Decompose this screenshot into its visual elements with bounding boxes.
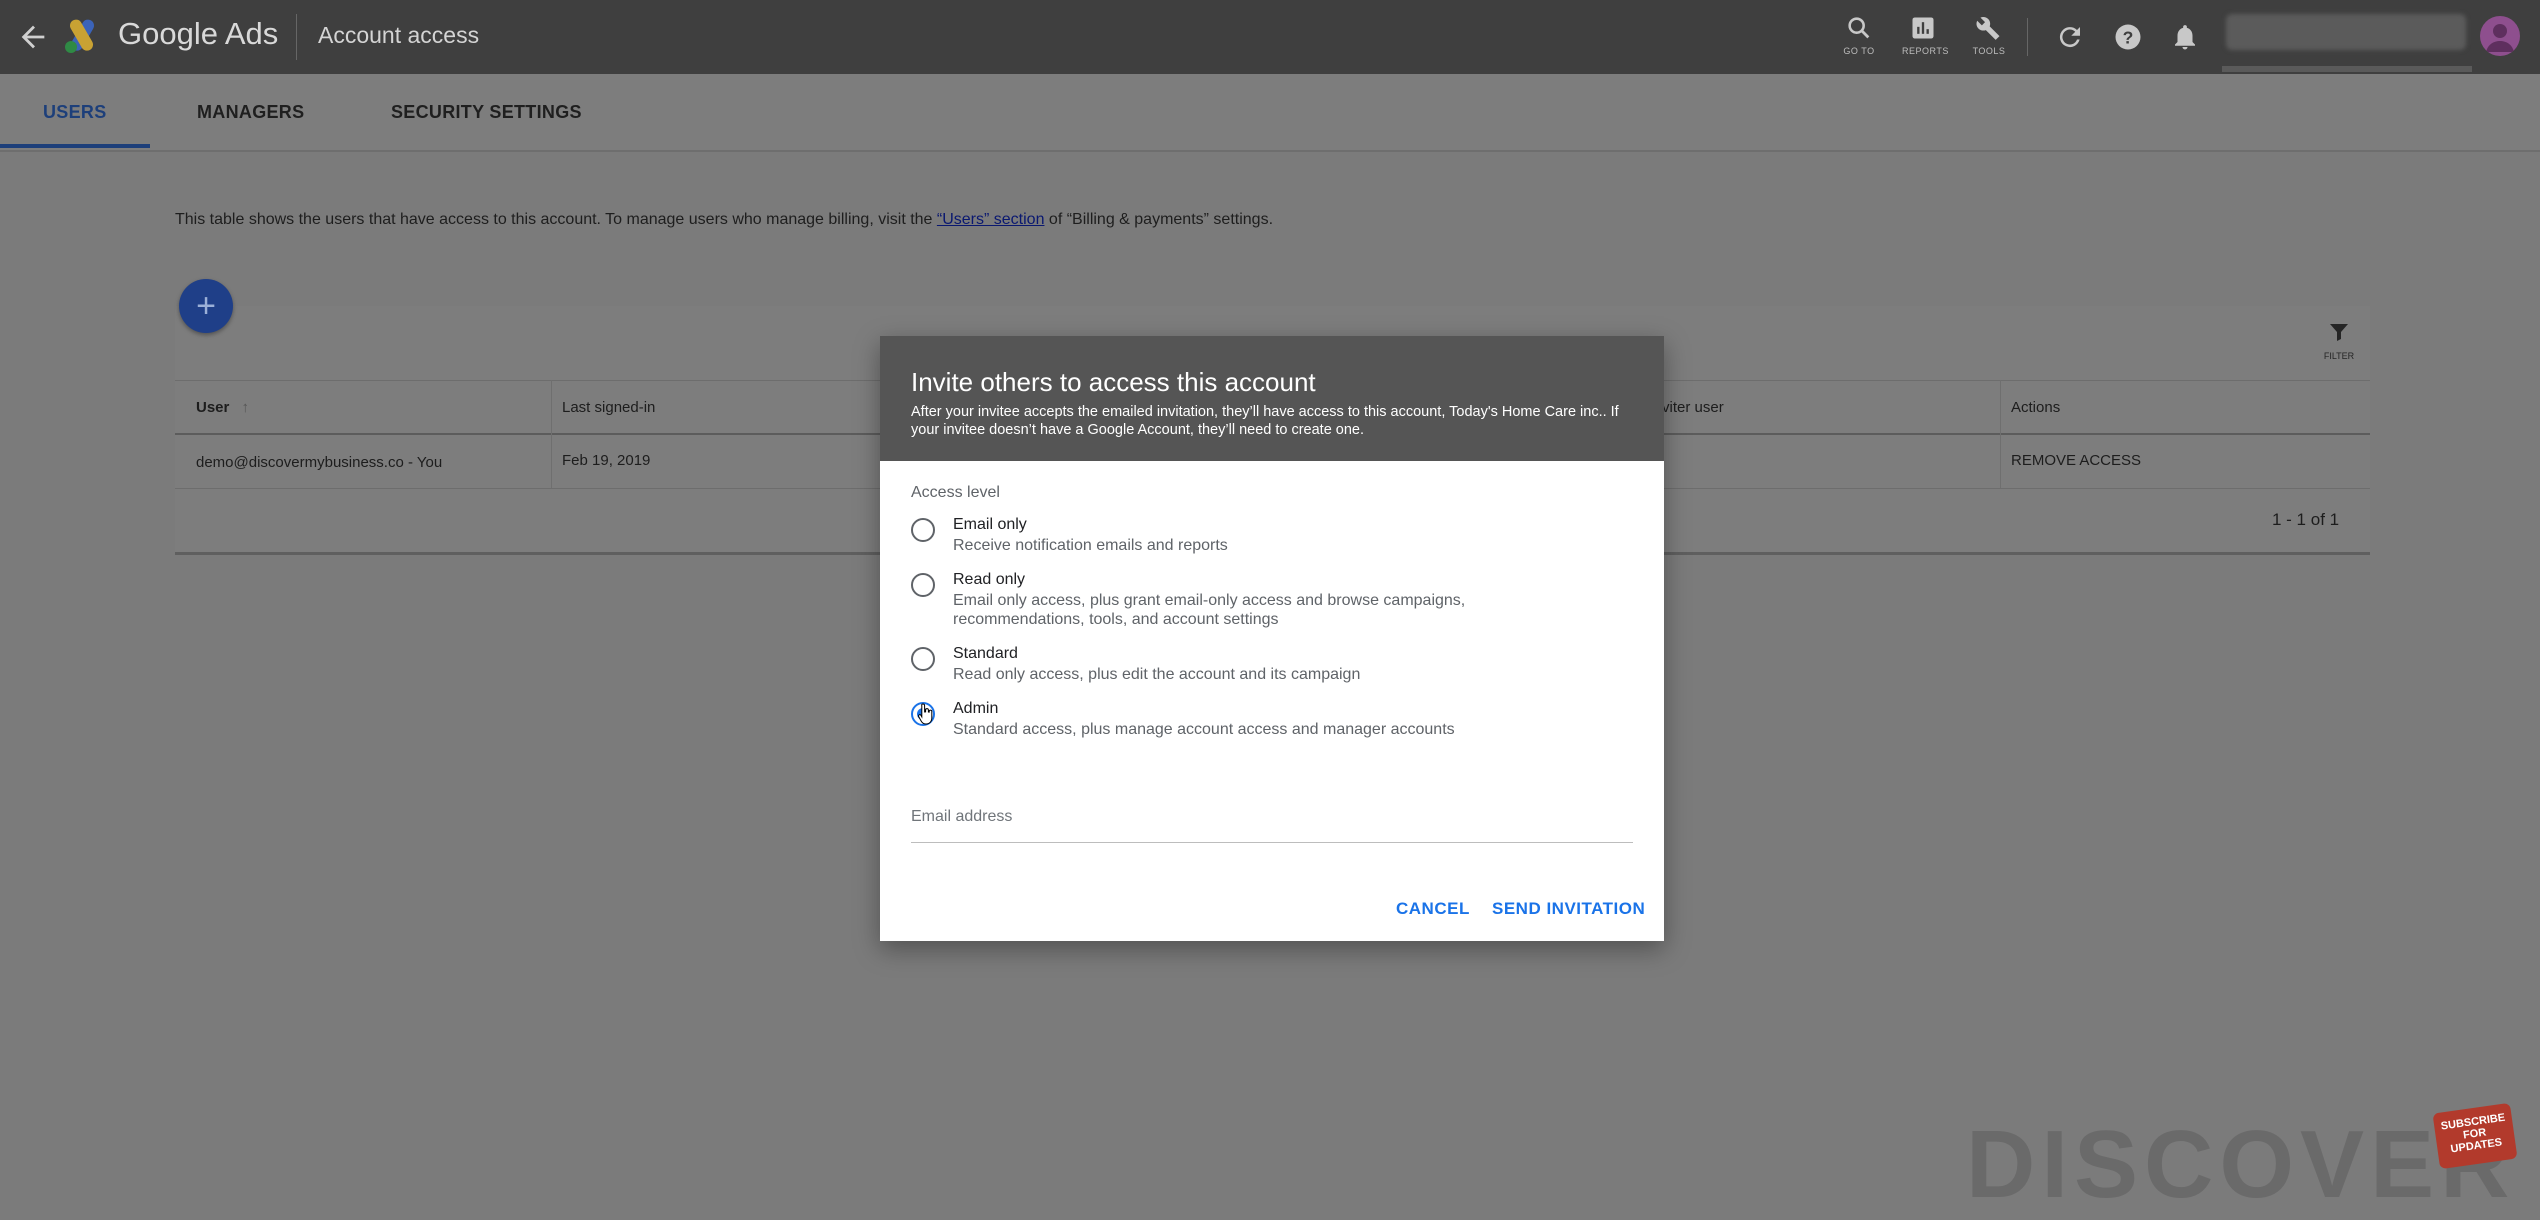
send-invitation-button[interactable]: SEND INVITATION <box>1492 899 1645 919</box>
reports-label: REPORTS <box>1902 46 1949 56</box>
header-divider-2 <box>2027 18 2028 56</box>
column-header-inviter[interactable]: viter user <box>1662 399 1724 416</box>
pagination-text: 1 - 1 of 1 <box>2272 510 2340 529</box>
filter-icon <box>2330 324 2348 341</box>
option-title: Admin <box>953 700 999 717</box>
access-level-label: Access level <box>911 484 1000 501</box>
subscribe-badge[interactable]: SUBSCRIBE FOR UPDATES <box>2432 1102 2518 1170</box>
option-title: Standard <box>953 645 1018 662</box>
notifications-bell-icon[interactable] <box>2170 22 2200 52</box>
column-header-actions: Actions <box>2011 399 2061 416</box>
tools-label: TOOLS <box>1972 46 2006 56</box>
read-only-radio[interactable] <box>911 573 935 597</box>
tab-security-settings[interactable]: SECURITY SETTINGS <box>391 102 582 123</box>
remove-access-button[interactable]: REMOVE ACCESS <box>2011 452 2141 469</box>
add-user-button[interactable]: + <box>179 279 233 333</box>
watermark-logo: DISCOVER <box>1966 1111 2516 1218</box>
account-underline <box>2222 66 2472 72</box>
refresh-icon[interactable] <box>2055 22 2085 52</box>
dialog-header: Invite others to access this account Aft… <box>880 336 1664 461</box>
invite-dialog: Invite others to access this account Aft… <box>880 336 1664 941</box>
filter-label: FILTER <box>2323 351 2355 361</box>
hand-cursor-icon <box>918 703 934 725</box>
page-title: Account access <box>318 22 480 48</box>
row-user-email: demo@discovermybusiness.co - You <box>196 454 443 471</box>
svg-text:?: ? <box>2123 27 2134 47</box>
filter-button[interactable]: FILTER <box>2322 320 2356 361</box>
reports-icon <box>1912 17 1934 39</box>
option-description: Email only access, plus grant email-only… <box>953 592 1466 628</box>
info-suffix: of “Billing & payments” settings. <box>1044 211 1274 228</box>
dialog-title: Invite others to access this account <box>911 367 1316 397</box>
tools-button[interactable]: TOOLS <box>1968 14 2010 56</box>
users-section-link[interactable]: “Users” section <box>937 211 1045 228</box>
active-tab-indicator <box>0 144 150 148</box>
option-description: Standard access, plus manage account acc… <box>953 721 1455 738</box>
option-title: Email only <box>953 516 1027 533</box>
account-switcher-blurred[interactable] <box>2226 14 2466 50</box>
tools-icon <box>1976 16 2000 40</box>
search-icon <box>1848 17 1870 39</box>
tab-users[interactable]: USERS <box>43 102 107 123</box>
sort-arrow-up-icon: ↑ <box>241 399 250 416</box>
go-to-button[interactable]: GO TO <box>1838 14 1880 56</box>
column-header-last-signed-in[interactable]: Last signed-in <box>562 399 655 416</box>
standard-radio[interactable] <box>911 647 935 671</box>
help-icon[interactable]: ? <box>2113 22 2143 52</box>
tab-managers[interactable]: MANAGERS <box>197 102 304 123</box>
back-arrow-icon[interactable] <box>16 20 50 54</box>
top-app-bar: Google Ads Account access GO TO REPORTS … <box>0 0 2540 74</box>
go-to-label: GO TO <box>1843 46 1875 56</box>
email-only-radio[interactable] <box>911 518 935 542</box>
reports-button[interactable]: REPORTS <box>1902 14 1949 56</box>
column-header-user[interactable]: User ↑ <box>196 399 249 416</box>
option-title: Read only <box>953 571 1026 588</box>
info-text: This table shows the users that have acc… <box>175 211 1273 229</box>
option-description: Receive notification emails and reports <box>953 537 1228 554</box>
cancel-button[interactable]: CANCEL <box>1396 899 1470 919</box>
brand-name: Google Ads <box>118 16 279 51</box>
email-field[interactable] <box>911 808 1633 826</box>
row-last-signed-in: Feb 19, 2019 <box>562 452 651 469</box>
dialog-subtitle: After your invitee accepts the emailed i… <box>911 404 1619 438</box>
info-prefix: This table shows the users that have acc… <box>175 211 937 228</box>
option-description: Read only access, plus edit the account … <box>953 666 1361 683</box>
tab-bar: USERS MANAGERS SECURITY SETTINGS <box>0 74 2540 152</box>
email-field-container <box>911 808 1633 843</box>
google-ads-logo <box>62 16 102 56</box>
header-divider <box>296 14 297 60</box>
avatar[interactable] <box>2480 16 2520 56</box>
